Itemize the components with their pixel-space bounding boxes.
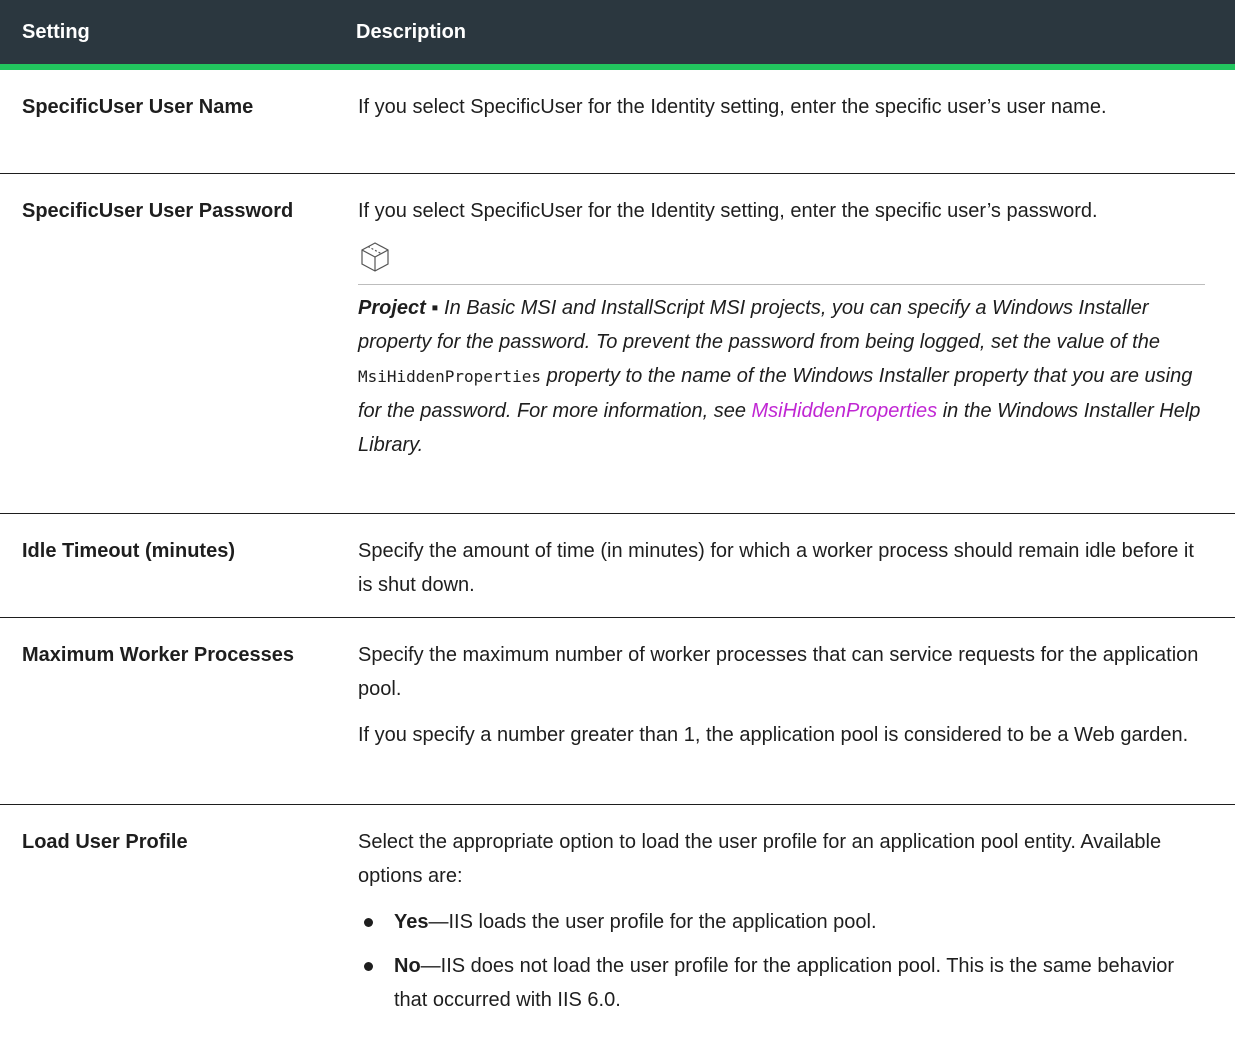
note-code: MsiHiddenProperties bbox=[358, 367, 542, 386]
description-text: Specify the maximum number of worker pro… bbox=[358, 644, 1199, 700]
table-row: Maximum Worker Processes Specify the max… bbox=[0, 618, 1235, 805]
setting-name: Idle Timeout (minutes) bbox=[22, 540, 235, 562]
project-note: Project ▪ In Basic MSI and InstallScript… bbox=[358, 291, 1205, 462]
settings-table: Setting Description SpecificUser User Na… bbox=[0, 0, 1235, 1027]
table-row: SpecificUser User Password If you select… bbox=[0, 174, 1235, 514]
note-header bbox=[358, 240, 1205, 285]
setting-description: If you select SpecificUser for the Ident… bbox=[348, 90, 1235, 173]
setting-name: Load User Profile bbox=[22, 831, 188, 853]
setting-description: Specify the amount of time (in minutes) … bbox=[348, 534, 1235, 617]
list-item: No—IIS does not load the user profile fo… bbox=[358, 949, 1205, 1017]
note-text: In Basic MSI and InstallScript MSI proje… bbox=[358, 297, 1160, 353]
msihiddenproperties-link[interactable]: MsiHiddenProperties bbox=[752, 400, 938, 422]
note-separator: ▪ bbox=[425, 297, 445, 319]
table-row: Load User Profile Select the appropriate… bbox=[0, 805, 1235, 1027]
setting-name: SpecificUser User Name bbox=[22, 96, 254, 118]
description-text: Specify the amount of time (in minutes) … bbox=[358, 540, 1194, 596]
description-text: If you select SpecificUser for the Ident… bbox=[358, 96, 1107, 118]
option-term: No bbox=[394, 955, 421, 977]
table-row: SpecificUser User Name If you select Spe… bbox=[0, 70, 1235, 174]
setting-description: If you select SpecificUser for the Ident… bbox=[348, 194, 1235, 513]
header-description: Description bbox=[356, 20, 467, 43]
setting-name: SpecificUser User Password bbox=[22, 200, 294, 222]
options-list: Yes—IIS loads the user profile for the a… bbox=[358, 905, 1205, 1017]
table-header: Setting Description bbox=[0, 0, 1235, 70]
option-term: Yes bbox=[394, 911, 429, 933]
setting-name: Maximum Worker Processes bbox=[22, 644, 294, 666]
description-text: If you specify a number greater than 1, … bbox=[358, 724, 1189, 746]
project-box-icon bbox=[361, 242, 389, 272]
list-item: Yes—IIS loads the user profile for the a… bbox=[358, 905, 1205, 939]
note-label: Project bbox=[358, 297, 426, 319]
description-text: If you select SpecificUser for the Ident… bbox=[358, 200, 1098, 222]
setting-description: Specify the maximum number of worker pro… bbox=[348, 638, 1235, 804]
description-text: Select the appropriate option to load th… bbox=[358, 831, 1162, 887]
option-text: —IIS loads the user profile for the appl… bbox=[428, 911, 877, 933]
table-row: Idle Timeout (minutes) Specify the amoun… bbox=[0, 514, 1235, 618]
setting-description: Select the appropriate option to load th… bbox=[348, 825, 1235, 1027]
option-text: —IIS does not load the user profile for … bbox=[394, 955, 1175, 1011]
header-setting: Setting bbox=[22, 20, 90, 43]
